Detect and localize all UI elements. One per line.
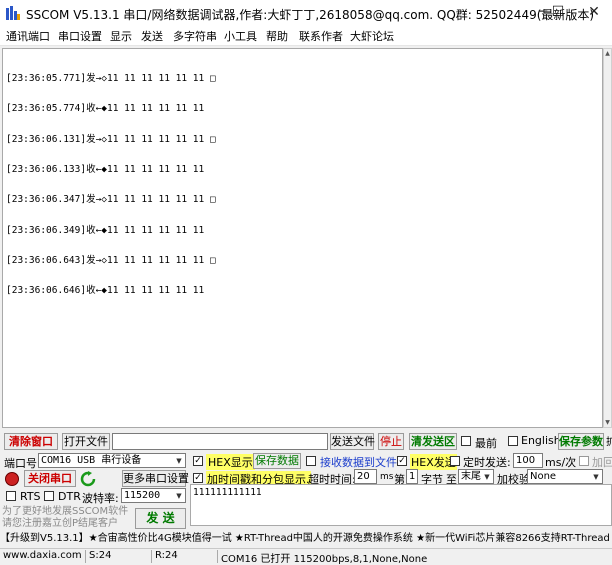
menu-bar: 通讯端口 串口设置 显示 发送 多字符串 小工具 帮助 联系作者 大虾论坛 (0, 26, 612, 46)
promo-text[interactable]: 为了更好地发展SSCOM软件 请您注册嘉立创P结尾客户 (2, 506, 132, 530)
menu-port-settings[interactable]: 串口设置 (58, 28, 102, 44)
log-line: [23:36:05.774]收←◆11 11 11 11 11 11 (6, 103, 205, 115)
log-line: [23:36:06.347]发→◇11 11 11 11 11 11 □ (6, 194, 216, 206)
to-value: 末尾 (461, 471, 481, 482)
timed-send-checkbox[interactable] (450, 456, 460, 466)
rts-checkbox[interactable] (6, 491, 16, 501)
baud-select[interactable]: 115200 ▼ (121, 488, 186, 503)
receive-scrollbar[interactable]: ▲ ▼ (603, 48, 612, 428)
menu-tools[interactable]: 小工具 (224, 28, 257, 44)
topmost-checkbox[interactable] (461, 436, 471, 446)
send-file-button[interactable]: 发送文件 (330, 433, 375, 450)
rts-label: RTS (20, 490, 41, 503)
refresh-icon[interactable] (80, 471, 96, 487)
topmost-label: 最前 (475, 437, 497, 450)
app-icon (5, 5, 21, 21)
receive-area[interactable]: [23:36:05.771]发→◇11 11 11 11 11 11 □ [23… (2, 48, 603, 428)
news-ticker[interactable]: 【升级到V5.13.1】★合宙高性价比4G模块值得一试 ★RT-Thread中国… (0, 531, 612, 547)
save-data-button[interactable]: 保存数据 (253, 453, 301, 469)
timeout-unit: ms (380, 472, 394, 482)
expand-label: 扩展 (606, 437, 612, 448)
status-divider (85, 550, 86, 563)
menu-send[interactable]: 发送 (141, 28, 163, 44)
menu-help[interactable]: 帮助 (266, 28, 288, 44)
recv-to-file-checkbox[interactable] (306, 456, 316, 466)
english-checkbox[interactable] (508, 436, 518, 446)
hex-send-checkbox[interactable]: ✓ (397, 456, 407, 466)
dtr-checkbox[interactable] (44, 491, 54, 501)
timestamp-checkbox[interactable]: ✓ (193, 473, 203, 483)
send-input[interactable]: 111111111111 (190, 484, 612, 526)
log-line: [23:36:06.643]发→◇11 11 11 11 11 11 □ (6, 254, 216, 266)
dropdown-arrow-icon: ▼ (484, 473, 490, 481)
menu-display[interactable]: 显示 (110, 28, 132, 44)
recv-to-file-label: 接收数据到文件 (320, 456, 397, 469)
menu-forum[interactable]: 大虾论坛 (350, 28, 394, 44)
port-value: COM16 USB 串行设备 (41, 455, 142, 466)
hex-display-label: HEX显示 (206, 454, 255, 470)
dropdown-arrow-icon: ▼ (593, 473, 599, 481)
timed-send-label: 定时发送: (463, 456, 511, 469)
hex-display-checkbox[interactable]: ✓ (193, 456, 203, 466)
to-select[interactable]: 末尾 ▼ (458, 469, 494, 484)
save-params-button[interactable]: 保存参数 (558, 433, 604, 450)
port-select[interactable]: COM16 USB 串行设备 ▼ (38, 453, 186, 468)
website-link[interactable]: www.daxia.com (3, 550, 82, 561)
received-count: R:24 (155, 550, 178, 561)
title-bar: SSCOM V5.13.1 串口/网络数据调试器,作者:大虾丁丁,2618058… (0, 0, 612, 26)
menu-comm-port[interactable]: 通讯端口 (6, 28, 50, 44)
sent-count: S:24 (89, 550, 112, 561)
checksum-value: None (530, 471, 557, 482)
status-divider (151, 550, 152, 563)
menu-contact-author[interactable]: 联系作者 (299, 28, 343, 44)
stop-button[interactable]: 停止 (378, 433, 404, 450)
window-title: SSCOM V5.13.1 串口/网络数据调试器,作者:大虾丁丁,2618058… (26, 8, 595, 22)
add-crlf-checkbox[interactable] (579, 456, 589, 466)
receive-log: [23:36:05.771]发→◇11 11 11 11 11 11 □ [23… (6, 54, 216, 316)
scroll-down-icon[interactable]: ▼ (604, 418, 611, 427)
close-port-button[interactable]: 关闭串口 (24, 470, 76, 487)
baud-value: 115200 (124, 490, 161, 501)
send-text: 111111111111 (193, 487, 262, 498)
status-bar: www.daxia.com S:24 R:24 COM16 已打开 115200… (0, 548, 612, 565)
log-line: [23:36:06.133]收←◆11 11 11 11 11 11 (6, 164, 205, 176)
log-line: [23:36:06.646]收←◆11 11 11 11 11 11 (6, 285, 205, 297)
open-file-button[interactable]: 打开文件 (62, 433, 110, 450)
scroll-up-icon[interactable]: ▲ (604, 49, 611, 58)
status-divider (217, 550, 218, 563)
port-status-icon (5, 472, 19, 486)
interval-unit: ms/次 (545, 456, 577, 469)
send-button[interactable]: 发 送 (135, 508, 186, 529)
log-line: [23:36:06.131]发→◇11 11 11 11 11 11 □ (6, 133, 216, 145)
dropdown-arrow-icon: ▼ (176, 457, 182, 465)
dropdown-arrow-icon: ▼ (176, 492, 182, 500)
dtr-label: DTR (58, 490, 81, 503)
add-crlf-label: 加回 (592, 456, 612, 469)
maximize-button[interactable]: ☐ (543, 0, 573, 26)
log-line: [23:36:05.771]发→◇11 11 11 11 11 11 □ (6, 73, 216, 85)
menu-multi-string[interactable]: 多字符串 (173, 28, 217, 44)
checksum-select[interactable]: None ▼ (527, 469, 603, 484)
expand-button[interactable]: 扩展 (606, 433, 612, 450)
english-label: English (521, 434, 561, 447)
close-button[interactable]: ✕ (576, 0, 612, 26)
clear-window-button[interactable]: 清除窗口 (4, 433, 58, 450)
timeout-input[interactable]: 20 (354, 469, 377, 484)
log-line: [23:36:06.349]收←◆11 11 11 11 11 11 (6, 224, 205, 236)
byte-index-input[interactable]: 1 (406, 469, 418, 484)
file-path-input[interactable] (112, 433, 328, 450)
baud-label: 波特率: (82, 492, 119, 505)
more-port-settings-button[interactable]: 更多串口设置 (122, 470, 189, 487)
port-label: 端口号 (4, 457, 37, 470)
interval-input[interactable]: 100 (513, 453, 543, 468)
clear-send-button[interactable]: 清发送区 (409, 433, 457, 450)
